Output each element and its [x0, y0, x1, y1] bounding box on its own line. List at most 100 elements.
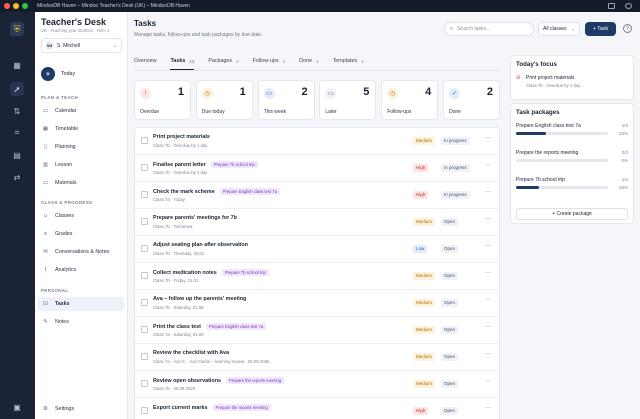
table-row[interactable]: Print project materials Class 7b · Overdu…	[135, 128, 499, 155]
nav-label: Settings	[55, 406, 75, 412]
more-icon[interactable]	[625, 3, 632, 9]
focus-item[interactable]: Print project materials	[526, 75, 574, 81]
create-package-button[interactable]: + Create package	[516, 208, 628, 220]
priority-badge: Medium	[413, 137, 436, 145]
rail-scan-icon[interactable]: ⌗	[10, 126, 24, 140]
tab-follow-ups[interactable]: Follow-ups 4	[253, 54, 286, 68]
more-options-icon[interactable]: ···	[485, 162, 491, 168]
nav-conversations[interactable]: ✉ Conversations & Notes	[38, 245, 124, 259]
nav-materials[interactable]: ▭ Materials	[38, 176, 124, 190]
more-options-icon[interactable]: ···	[485, 189, 491, 195]
nav-grades[interactable]: ≡ Grades	[38, 227, 124, 241]
nav-classes[interactable]: ☺ Classes	[38, 209, 124, 223]
more-options-icon[interactable]: ···	[485, 405, 491, 411]
tab-templates[interactable]: Templates 3	[333, 54, 364, 68]
task-checkbox[interactable]	[141, 380, 148, 387]
search-input[interactable]	[457, 26, 528, 32]
card-label: This week	[263, 109, 287, 115]
nav-tasks[interactable]: ☑ Tasks	[38, 297, 124, 311]
nav-today[interactable]: ☀ Today	[41, 66, 75, 82]
tab-bar: Overview Tasks 13 Packages 3 Follow-ups 4 D…	[134, 54, 504, 70]
minimize-window-button[interactable]	[13, 3, 19, 9]
summary-card-due-today[interactable]: ◷ 1 Due today	[195, 80, 253, 120]
table-row[interactable]: Review the checklist with Ava Class 7a · …	[135, 344, 499, 371]
extensions-icon[interactable]	[608, 3, 615, 9]
package-tag[interactable]: Prepare the reports meeting	[226, 377, 285, 384]
table-row[interactable]: Print the class test Prepare English clas…	[135, 317, 499, 344]
table-row[interactable]: Export current marks Prepare the reports …	[135, 398, 499, 419]
package-tag[interactable]: Prepare 7b school trip	[210, 161, 258, 168]
task-checkbox[interactable]	[141, 353, 148, 360]
status-badge: In progress	[441, 164, 470, 172]
package-tag[interactable]: Prepare the reports meeting	[212, 404, 271, 411]
tab-packages[interactable]: Packages 3	[208, 54, 238, 68]
search-box[interactable]: ⌕	[444, 22, 534, 36]
package-tag[interactable]: Prepare English class test 7a	[219, 188, 280, 195]
class-filter-select[interactable]: All classes ⌄	[538, 22, 580, 36]
more-options-icon[interactable]: ···	[485, 216, 491, 222]
summary-card-done[interactable]: ✓ 2 Done	[443, 80, 500, 120]
table-row[interactable]: Finalise parent letter Prepare 7b school …	[135, 155, 499, 182]
more-options-icon[interactable]: ···	[485, 135, 491, 141]
add-task-button[interactable]: + Task	[585, 22, 616, 36]
task-checkbox[interactable]	[141, 299, 148, 306]
package-tag[interactable]: Prepare English class test 7a	[205, 323, 267, 330]
user-switcher[interactable]: SM S. Mitchell ⌄	[41, 38, 122, 53]
package-item[interactable]: Prepare the reports meeting 0/3 0%	[516, 150, 628, 174]
task-title: Ava – follow up the parents' meeting	[153, 296, 247, 302]
card-label: Later	[325, 109, 337, 115]
table-row[interactable]: Adjust seating plan after observation Cla…	[135, 236, 499, 263]
table-row[interactable]: Check the mark scheme Prepare English cla…	[135, 182, 499, 209]
help-icon[interactable]: ?	[623, 24, 632, 33]
rail-database-icon[interactable]: ▤	[10, 148, 24, 162]
task-checkbox[interactable]	[141, 326, 148, 333]
table-row[interactable]: Review open observations Prepare the repo…	[135, 371, 499, 398]
nav-timetable[interactable]: ▦ Timetable	[38, 122, 124, 136]
more-options-icon[interactable]: ···	[485, 297, 491, 303]
task-checkbox[interactable]	[141, 272, 148, 279]
summary-card-overdue[interactable]: ! 1 Overdue	[134, 80, 191, 120]
nav-notes[interactable]: ✎ Notes	[38, 315, 124, 329]
tab-overview[interactable]: Overview	[134, 54, 156, 68]
task-checkbox[interactable]	[141, 137, 148, 144]
task-checkbox[interactable]	[141, 191, 148, 198]
task-checkbox[interactable]	[141, 407, 148, 414]
main-content: Tasks Manage tasks, follow-ups and task …	[128, 12, 640, 419]
tab-tasks[interactable]: Tasks 13	[170, 54, 194, 70]
tab-done[interactable]: Done 2	[299, 54, 318, 68]
rail-layout-icon[interactable]: ▣	[10, 400, 24, 414]
summary-card-later[interactable]: ▭ 5 Later	[319, 80, 377, 120]
task-checkbox[interactable]	[141, 164, 148, 171]
nav-settings[interactable]: ⚙ Settings	[38, 402, 124, 416]
more-options-icon[interactable]: ···	[485, 270, 491, 276]
summary-card-follow-ups[interactable]: ◷ 4 Follow-ups	[381, 80, 439, 120]
rail-transfer-icon[interactable]: ⇅	[10, 104, 24, 118]
nav-calendar[interactable]: ▭ Calendar	[38, 104, 124, 118]
maximize-window-button[interactable]	[22, 3, 28, 9]
table-row[interactable]: Ava – follow up the parents' meeting Clas…	[135, 290, 499, 317]
close-window-button[interactable]	[4, 3, 10, 9]
package-item[interactable]: Prepare 7b school trip 1/4 25%	[516, 177, 628, 201]
nav-lesson[interactable]: ▥ Lesson	[38, 158, 124, 172]
table-row[interactable]: Collect medication notes Prepare 7b schoo…	[135, 263, 499, 290]
task-checkbox[interactable]	[141, 245, 148, 252]
task-checkbox[interactable]	[141, 218, 148, 225]
package-count: 0/3	[621, 150, 628, 155]
package-tag[interactable]: Prepare 7b school trip	[221, 269, 269, 276]
rail-rocket-icon[interactable]: ➚	[10, 82, 24, 96]
note-icon: ✎	[43, 319, 48, 325]
rail-sync-icon[interactable]: ⇄	[10, 170, 24, 184]
more-options-icon[interactable]: ···	[485, 324, 491, 330]
tab-label: Overview	[134, 58, 157, 64]
tab-divider	[134, 70, 500, 71]
nav-analytics[interactable]: ⌇ Analytics	[38, 263, 124, 277]
table-row[interactable]: Prepare parents' meetings for 7b Class 7b…	[135, 209, 499, 236]
more-options-icon[interactable]: ···	[485, 378, 491, 384]
summary-card-this-week[interactable]: ▭ 2 This week	[257, 80, 315, 120]
package-item[interactable]: Prepare English class test 7a 1/3 33%	[516, 123, 628, 147]
more-options-icon[interactable]: ···	[485, 243, 491, 249]
rail-dashboard-icon[interactable]: ▦	[10, 58, 24, 72]
more-options-icon[interactable]: ···	[485, 351, 491, 357]
nav-planning[interactable]: ▯ Planning	[38, 140, 124, 154]
task-title: Print project materials	[153, 134, 210, 140]
